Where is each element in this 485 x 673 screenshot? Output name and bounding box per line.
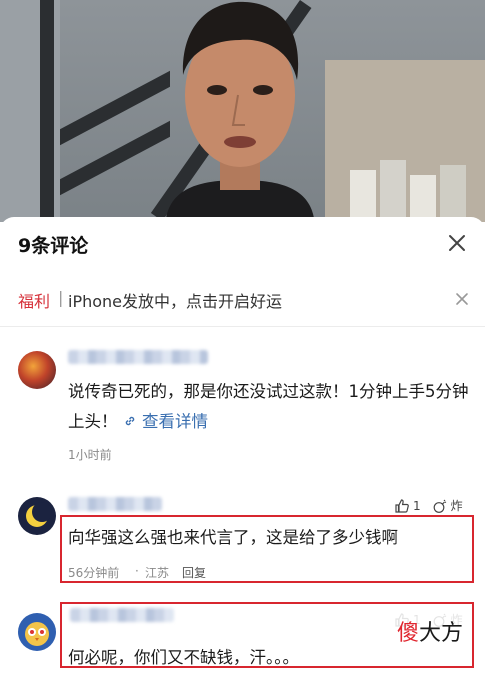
close-icon[interactable] bbox=[455, 292, 469, 306]
bomb-icon[interactable] bbox=[432, 498, 448, 514]
view-details-link[interactable]: 查看详情 bbox=[123, 412, 208, 431]
promo-banner[interactable]: 福利 | iPhone发放中，点击开启好运 bbox=[0, 279, 485, 321]
comment-count-title: 9条评论 bbox=[18, 235, 89, 257]
shelf-book bbox=[350, 170, 376, 222]
bomb-label: 炸 bbox=[450, 499, 463, 513]
promo-text[interactable]: iPhone发放中，点击开启好运 bbox=[68, 288, 282, 312]
moon-icon bbox=[26, 502, 52, 527]
comment-text: 说传奇已死的，那是你还没试过这款！1分钟上手5分钟上头！ 查看详情 bbox=[68, 377, 473, 437]
avatar[interactable] bbox=[18, 497, 56, 535]
comment-dot: · bbox=[135, 564, 139, 578]
avatar[interactable] bbox=[18, 351, 56, 389]
comment-location: 江苏 bbox=[145, 566, 170, 580]
reply-button[interactable]: 回复 bbox=[182, 564, 206, 581]
watermark: 傻大方 bbox=[392, 613, 467, 649]
watermark-first: 傻 bbox=[396, 621, 419, 646]
promo-tag: 福利 bbox=[18, 292, 51, 311]
comment-sheet: 9条评论 福利 | iPhone发放中，点击开启好运 说传奇已死的，那是你还没试… bbox=[0, 217, 485, 673]
divider bbox=[0, 326, 485, 327]
watermark-rest: 大方 bbox=[418, 621, 463, 646]
owl-icon bbox=[25, 622, 49, 646]
comment-time: 56分钟前 bbox=[68, 566, 120, 580]
promo-separator: | bbox=[58, 288, 64, 307]
sheet-header: 9条评论 bbox=[0, 217, 485, 271]
background-shelf bbox=[325, 60, 485, 222]
shelf-book bbox=[440, 165, 466, 222]
like-count: 1 bbox=[413, 498, 421, 513]
shelf-book bbox=[380, 160, 406, 222]
background-stair-rail bbox=[40, 0, 54, 222]
comment-actions: 1 炸 bbox=[394, 497, 463, 514]
comment-time: 1小时前 bbox=[68, 448, 112, 462]
thumbs-up-icon[interactable] bbox=[394, 498, 410, 514]
video-player[interactable] bbox=[0, 0, 485, 222]
shelf-book bbox=[410, 175, 436, 222]
video-person bbox=[165, 1, 315, 222]
username-blurred[interactable] bbox=[68, 350, 208, 364]
username-blurred[interactable] bbox=[68, 497, 162, 511]
close-icon[interactable] bbox=[447, 233, 467, 253]
username-blurred[interactable] bbox=[70, 608, 174, 622]
link-icon bbox=[125, 416, 134, 426]
view-details-label: 查看详情 bbox=[142, 412, 208, 431]
avatar[interactable] bbox=[18, 613, 56, 651]
comment-text: 何必呢，你们又不缺钱，汗。。。 bbox=[68, 648, 299, 667]
comment-text: 向华强这么强也来代言了，这是给了多少钱啊 bbox=[68, 528, 398, 547]
